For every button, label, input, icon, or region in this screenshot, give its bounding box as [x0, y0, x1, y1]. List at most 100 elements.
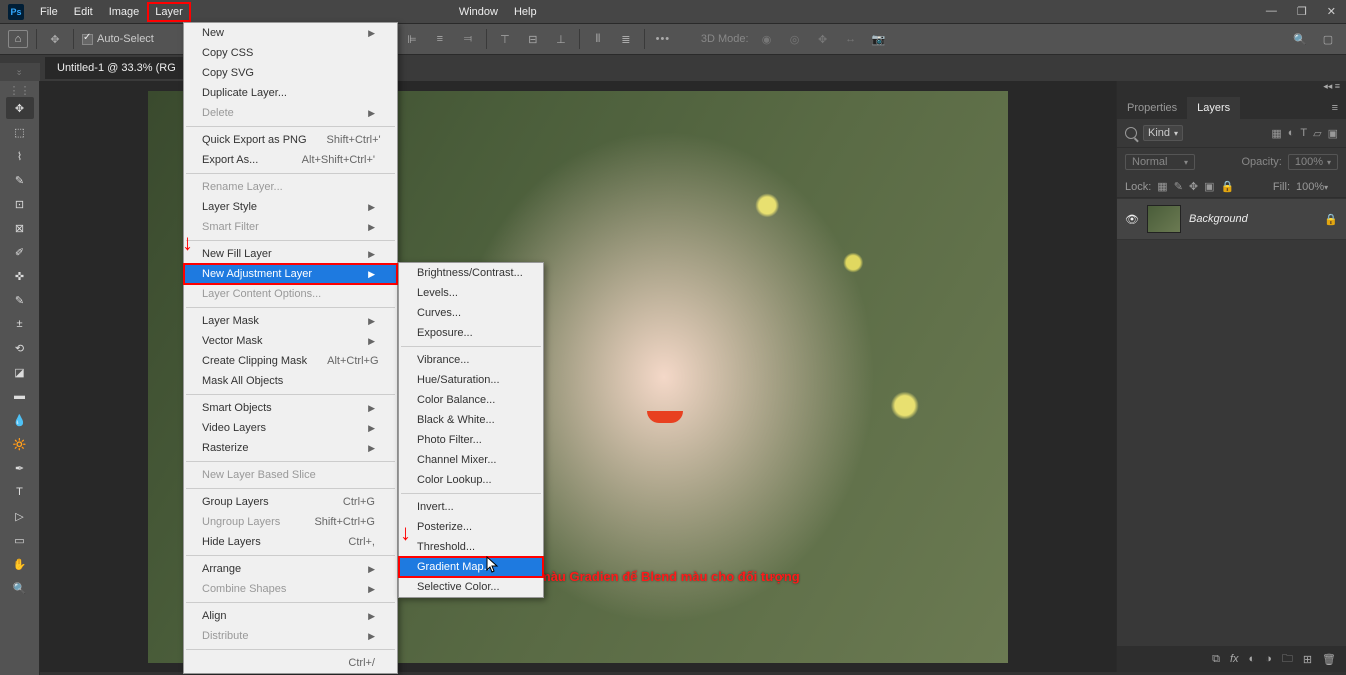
auto-select-checkbox[interactable]: Auto-Select — [82, 33, 154, 45]
adjustment-icon[interactable]: ◑ — [1265, 653, 1272, 665]
submenu-item-hue-saturation-[interactable]: Hue/Saturation... — [399, 370, 543, 390]
history-brush-tool[interactable]: ⟲ — [6, 337, 34, 359]
lock-position-icon[interactable]: ✥ — [1189, 180, 1198, 193]
menu-item-copy-svg[interactable]: Copy SVG — [184, 63, 397, 83]
3d-orbit-icon[interactable]: ◉ — [757, 29, 777, 49]
menu-item-align[interactable]: Align▶ — [184, 606, 397, 626]
delete-icon[interactable]: 🗑 — [1322, 653, 1336, 666]
lock-all-icon[interactable]: 🔒 — [1221, 180, 1235, 193]
menu-item-export-as-[interactable]: Export As...Alt+Shift+Ctrl+' — [184, 150, 397, 170]
layer-lock-icon[interactable]: 🔒 — [1324, 213, 1338, 226]
align-center-h-icon[interactable]: ≡ — [430, 29, 450, 49]
close-button[interactable]: ✕ — [1317, 1, 1346, 22]
filter-adjustment-icon[interactable]: ◐ — [1288, 127, 1295, 140]
filter-search-icon[interactable] — [1125, 127, 1137, 139]
new-layer-icon[interactable]: ⊞ — [1303, 653, 1312, 666]
fx-icon[interactable]: fx — [1230, 653, 1239, 665]
menu-item-hide-layers[interactable]: Hide LayersCtrl+, — [184, 532, 397, 552]
blend-mode-dropdown[interactable]: Normal▾ — [1125, 154, 1195, 170]
layer-row-background[interactable]: 👁 Background 🔒 — [1117, 198, 1346, 240]
menu-file[interactable]: File — [32, 2, 66, 22]
frame-tool[interactable]: ⊠ — [6, 217, 34, 239]
document-tab[interactable]: Untitled-1 @ 33.3% (RG — [45, 57, 189, 79]
menu-item-new-fill-layer[interactable]: New Fill Layer▶ — [184, 244, 397, 264]
menu-window[interactable]: Window — [451, 2, 506, 22]
lock-pixels-icon[interactable]: ✎ — [1174, 180, 1183, 193]
brush-tool[interactable]: ✎ — [6, 289, 34, 311]
submenu-item-selective-color-[interactable]: Selective Color... — [399, 577, 543, 597]
eraser-tool[interactable]: ◪ — [6, 361, 34, 383]
mask-icon[interactable]: ◐ — [1249, 653, 1256, 665]
filter-kind[interactable]: Kind ▾ — [1143, 125, 1265, 141]
hand-tool[interactable]: ✋ — [6, 553, 34, 575]
menu-item-layer-mask[interactable]: Layer Mask▶ — [184, 311, 397, 331]
submenu-item-gradient-map-[interactable]: Gradient Map... — [399, 557, 543, 577]
filter-shape-icon[interactable]: ▱ — [1313, 127, 1321, 140]
restore-button[interactable]: ❐ — [1287, 1, 1317, 22]
shape-tool[interactable]: ▭ — [6, 529, 34, 551]
submenu-item-invert-[interactable]: Invert... — [399, 497, 543, 517]
submenu-item-color-balance-[interactable]: Color Balance... — [399, 390, 543, 410]
distribute-h-icon[interactable]: ⫴ — [588, 29, 608, 49]
link-layers-icon[interactable]: ⧉ — [1212, 653, 1220, 666]
submenu-item-curves-[interactable]: Curves... — [399, 303, 543, 323]
layer-thumbnail[interactable] — [1147, 205, 1181, 233]
menu-item-copy-css[interactable]: Copy CSS — [184, 43, 397, 63]
menu-item-new-adjustment-layer[interactable]: New Adjustment Layer▶ — [184, 264, 397, 284]
dodge-tool[interactable]: 🔆 — [6, 433, 34, 455]
gradient-tool[interactable]: ▬ — [6, 385, 34, 407]
pen-tool[interactable]: ✒ — [6, 457, 34, 479]
lock-transparent-icon[interactable]: ▦ — [1157, 180, 1167, 193]
blur-tool[interactable]: 💧 — [6, 409, 34, 431]
submenu-item-color-lookup-[interactable]: Color Lookup... — [399, 470, 543, 490]
align-middle-icon[interactable]: ⊟ — [523, 29, 543, 49]
eyedropper-tool[interactable]: ✐ — [6, 241, 34, 263]
submenu-item-threshold-[interactable]: Threshold... — [399, 537, 543, 557]
submenu-item-photo-filter-[interactable]: Photo Filter... — [399, 430, 543, 450]
move-tool[interactable]: ✥ — [6, 97, 34, 119]
lock-artboard-icon[interactable]: ▣ — [1204, 180, 1214, 193]
menu-item-duplicate-layer-[interactable]: Duplicate Layer... — [184, 83, 397, 103]
menu-item-quick-export-as-png[interactable]: Quick Export as PNGShift+Ctrl+' — [184, 130, 397, 150]
tab-layers[interactable]: Layers — [1187, 97, 1240, 119]
submenu-item-posterize-[interactable]: Posterize... — [399, 517, 543, 537]
minimize-button[interactable]: — — [1256, 1, 1287, 22]
align-top-icon[interactable]: ⊤ — [495, 29, 515, 49]
menu-item-layer-style[interactable]: Layer Style▶ — [184, 197, 397, 217]
stamp-tool[interactable]: ± — [6, 313, 34, 335]
filter-type-icon[interactable]: T — [1300, 127, 1307, 140]
submenu-item-black-white-[interactable]: Black & White... — [399, 410, 543, 430]
zoom-tool[interactable]: 🔍 — [6, 577, 34, 599]
workspace-icon[interactable]: ▢ — [1318, 29, 1338, 49]
panel-dock-handle[interactable]: ›› — [15, 69, 24, 74]
distribute-v-icon[interactable]: ≣ — [616, 29, 636, 49]
marquee-tool[interactable]: ⬚ — [6, 121, 34, 143]
menu-item-smart-objects[interactable]: Smart Objects▶ — [184, 398, 397, 418]
search-icon[interactable]: 🔍 — [1290, 29, 1310, 49]
3d-roll-icon[interactable]: ◎ — [785, 29, 805, 49]
path-select-tool[interactable]: ▷ — [6, 505, 34, 527]
filter-pixel-icon[interactable]: ▦ — [1271, 127, 1281, 140]
submenu-item-brightness-contrast-[interactable]: Brightness/Contrast... — [399, 263, 543, 283]
menu-item-vector-mask[interactable]: Vector Mask▶ — [184, 331, 397, 351]
filter-smart-icon[interactable]: ▣ — [1328, 127, 1338, 140]
submenu-item-levels-[interactable]: Levels... — [399, 283, 543, 303]
home-button[interactable]: ⌂ — [8, 30, 28, 48]
opacity-input[interactable]: 100%▾ — [1288, 154, 1338, 170]
menu-image[interactable]: Image — [101, 2, 148, 22]
crop-tool[interactable]: ⊡ — [6, 193, 34, 215]
tab-properties[interactable]: Properties — [1117, 97, 1187, 119]
type-tool[interactable]: T — [6, 481, 34, 503]
submenu-item-channel-mixer-[interactable]: Channel Mixer... — [399, 450, 543, 470]
3d-slide-icon[interactable]: ↔ — [841, 29, 861, 49]
tool-handle[interactable]: ⋮⋮ — [6, 85, 34, 95]
3d-pan-icon[interactable]: ✥ — [813, 29, 833, 49]
menu-item-create-clipping-mask[interactable]: Create Clipping MaskAlt+Ctrl+G — [184, 351, 397, 371]
healing-tool[interactable]: ✜ — [6, 265, 34, 287]
menu-item-rasterize[interactable]: Rasterize▶ — [184, 438, 397, 458]
menu-item-group-layers[interactable]: Group LayersCtrl+G — [184, 492, 397, 512]
align-bottom-icon[interactable]: ⊥ — [551, 29, 571, 49]
more-options-icon[interactable]: ••• — [653, 29, 673, 49]
menu-item-arrange[interactable]: Arrange▶ — [184, 559, 397, 579]
menu-layer[interactable]: Layer — [147, 2, 191, 22]
